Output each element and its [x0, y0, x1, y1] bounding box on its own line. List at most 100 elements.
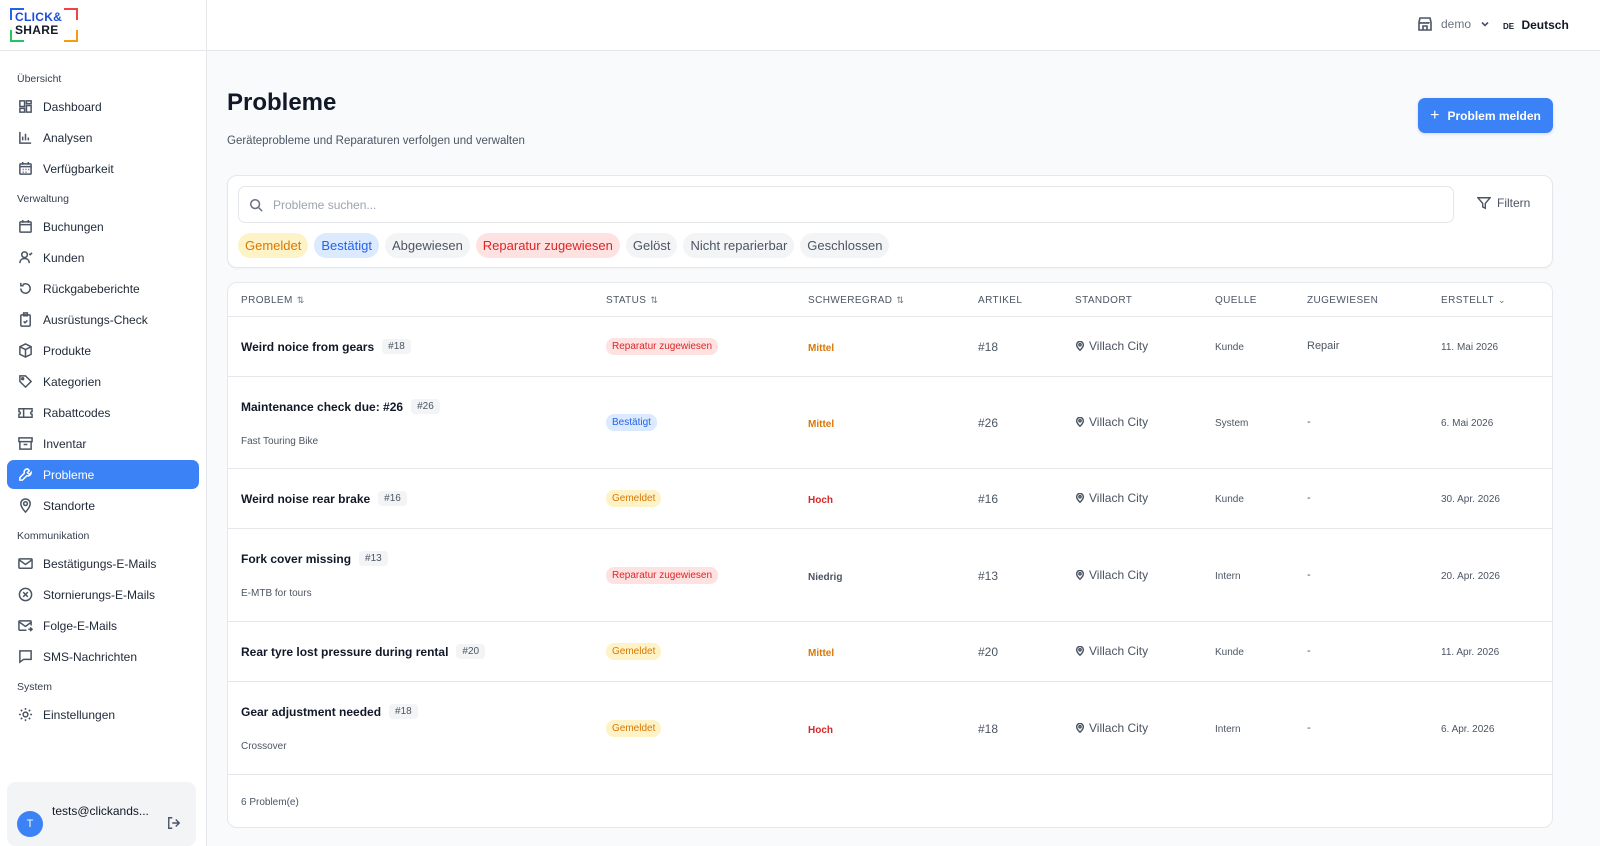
article-cell[interactable]: #18 [978, 722, 998, 736]
table-row[interactable]: Gear adjustment needed #18 Crossover Gemeld… [228, 682, 1552, 775]
logout-icon[interactable] [167, 816, 181, 830]
tag-icon [17, 374, 33, 390]
column-severity[interactable]: SCHWEREGRAD ⇅ [808, 295, 904, 306]
language-selector[interactable]: DE Deutsch [1503, 18, 1569, 32]
sidebar-item-probleme[interactable]: Probleme [7, 460, 199, 489]
column-label: QUELLE [1215, 295, 1257, 306]
sidebar-item-einstellungen[interactable]: Einstellungen [7, 700, 199, 729]
article-cell[interactable]: #18 [978, 340, 998, 354]
user-email: tests@clickands... [52, 804, 149, 818]
filter-card: Filtern Gemeldet Bestätigt Abgewiesen Re… [227, 175, 1553, 268]
sidebar-item-rabattcodes[interactable]: Rabattcodes [7, 398, 199, 427]
table-row[interactable]: Fork cover missing #13 E-MTB for tours Repa… [228, 529, 1552, 622]
source-cell: Intern [1215, 724, 1241, 735]
filter-button[interactable]: Filtern [1477, 196, 1530, 210]
map-pin-icon [1075, 417, 1085, 427]
sidebar-item-produkte[interactable]: Produkte [7, 336, 199, 365]
created-cell: 20. Apr. 2026 [1441, 571, 1500, 582]
problem-id-badge: #13 [359, 551, 388, 566]
sidebar-item-label: Einstellungen [43, 707, 116, 722]
map-pin-icon [1075, 570, 1085, 580]
archive-icon [17, 436, 33, 452]
sidebar-nav: Übersicht Dashboard Analysen Verfügbarke… [0, 51, 206, 729]
nav-section-system: System [17, 681, 53, 693]
sidebar-item-label: Bestätigungs-E-Mails [43, 556, 157, 571]
problem-title[interactable]: Weird noice from gears [241, 340, 374, 354]
calendar-grid-icon [17, 161, 33, 177]
column-label: PROBLEM [241, 295, 293, 306]
avatar[interactable]: T [17, 811, 43, 837]
map-pin-icon [1075, 493, 1085, 503]
assigned-cell: - [1307, 569, 1311, 581]
search-box [238, 186, 1454, 223]
table-row[interactable]: Maintenance check due: #26 #26 Fast Tourin… [228, 377, 1552, 469]
status-badge: Gemeldet [606, 643, 662, 660]
chip-reparatur-zugewiesen[interactable]: Reparatur zugewiesen [475, 233, 620, 258]
severity-label: Hoch [808, 725, 833, 736]
sidebar-item-label: Dashboard [43, 99, 102, 114]
sidebar-item-ausruestungs-check[interactable]: Ausrüstungs-Check [7, 305, 199, 334]
source-cell: Kunde [1215, 494, 1244, 505]
column-status[interactable]: STATUS ⇅ [606, 295, 658, 306]
column-created[interactable]: ERSTELLT ⌄ [1441, 295, 1506, 306]
sidebar-item-label: Folge-E-Mails [43, 618, 118, 633]
sidebar-item-label: Kategorien [43, 374, 102, 389]
problem-title[interactable]: Maintenance check due: #26 [241, 400, 403, 414]
column-problem[interactable]: PROBLEM ⇅ [241, 295, 305, 306]
severity-cell: Mittel [808, 647, 834, 659]
problem-title[interactable]: Gear adjustment needed [241, 705, 381, 719]
sidebar-item-buchungen[interactable]: Buchungen [7, 212, 199, 241]
chip-abgewiesen[interactable]: Abgewiesen [384, 233, 470, 258]
table-row[interactable]: Rear tyre lost pressure during rental #20… [228, 622, 1552, 682]
article-cell[interactable]: #16 [978, 492, 998, 506]
status-cell: Gemeldet [606, 643, 662, 660]
status-cell: Bestätigt [606, 414, 657, 431]
sidebar-item-folge-emails[interactable]: Folge-E-Mails [7, 611, 199, 640]
chip-gemeldet[interactable]: Gemeldet [238, 233, 309, 258]
sidebar-item-rueckgabeberichte[interactable]: Rückgabeberichte [7, 274, 199, 303]
ticket-icon [17, 405, 33, 421]
nav-section-overview: Übersicht [17, 73, 62, 85]
user-icon [17, 250, 33, 266]
location-cell: Villach City [1075, 644, 1148, 658]
sort-icon: ⇅ [896, 295, 905, 305]
sidebar-item-sms-nachrichten[interactable]: SMS-Nachrichten [7, 642, 199, 671]
table-row[interactable]: Weird noise rear brake #16 Gemeldet Hoch #16… [228, 469, 1552, 529]
problem-title[interactable]: Weird noise rear brake [241, 492, 370, 506]
store-selector[interactable]: demo [1417, 16, 1491, 32]
problem-title[interactable]: Fork cover missing [241, 552, 351, 566]
article-cell[interactable]: #20 [978, 645, 998, 659]
table-row[interactable]: Weird noice from gears #18 Reparatur zugew… [228, 317, 1552, 377]
severity-cell: Hoch [808, 724, 833, 736]
chip-bestaetigt[interactable]: Bestätigt [314, 233, 379, 258]
sidebar: CLICK& SHARE Übersicht Dashboard Analyse… [0, 0, 207, 846]
sidebar-item-verfuegbarkeit[interactable]: Verfügbarkeit [7, 154, 199, 183]
status-badge: Gemeldet [606, 490, 662, 507]
sidebar-item-kunden[interactable]: Kunden [7, 243, 199, 272]
bar-chart-icon [17, 130, 33, 146]
sidebar-item-label: Buchungen [43, 219, 104, 234]
sidebar-item-inventar[interactable]: Inventar [7, 429, 199, 458]
column-label: ARTIKEL [978, 295, 1023, 306]
created-cell: 11. Apr. 2026 [1441, 647, 1500, 658]
location-cell: Villach City [1075, 339, 1148, 353]
chip-geschlossen[interactable]: Geschlossen [800, 233, 890, 258]
sidebar-item-standorte[interactable]: Standorte [7, 491, 199, 520]
created-cell: 30. Apr. 2026 [1441, 494, 1500, 505]
logo-line-2: SHARE [15, 23, 59, 37]
sidebar-item-bestaetigungs-emails[interactable]: Bestätigungs-E-Mails [7, 549, 199, 578]
article-cell[interactable]: #26 [978, 416, 998, 430]
column-source: QUELLE [1215, 295, 1257, 306]
logo[interactable]: CLICK& SHARE [0, 0, 206, 51]
status-chips: Gemeldet Bestätigt Abgewiesen Reparatur … [238, 233, 890, 258]
chip-geloest[interactable]: Gelöst [625, 233, 678, 258]
sidebar-item-stornierungs-emails[interactable]: Stornierungs-E-Mails [7, 580, 199, 609]
chip-nicht-reparierbar[interactable]: Nicht reparierbar [683, 233, 795, 258]
sidebar-item-dashboard[interactable]: Dashboard [7, 92, 199, 121]
problem-title[interactable]: Rear tyre lost pressure during rental [241, 645, 448, 659]
search-input[interactable] [273, 197, 1373, 212]
article-cell[interactable]: #13 [978, 569, 998, 583]
report-problem-button[interactable]: + Problem melden [1418, 98, 1553, 133]
sidebar-item-kategorien[interactable]: Kategorien [7, 367, 199, 396]
sidebar-item-analysen[interactable]: Analysen [7, 123, 199, 152]
